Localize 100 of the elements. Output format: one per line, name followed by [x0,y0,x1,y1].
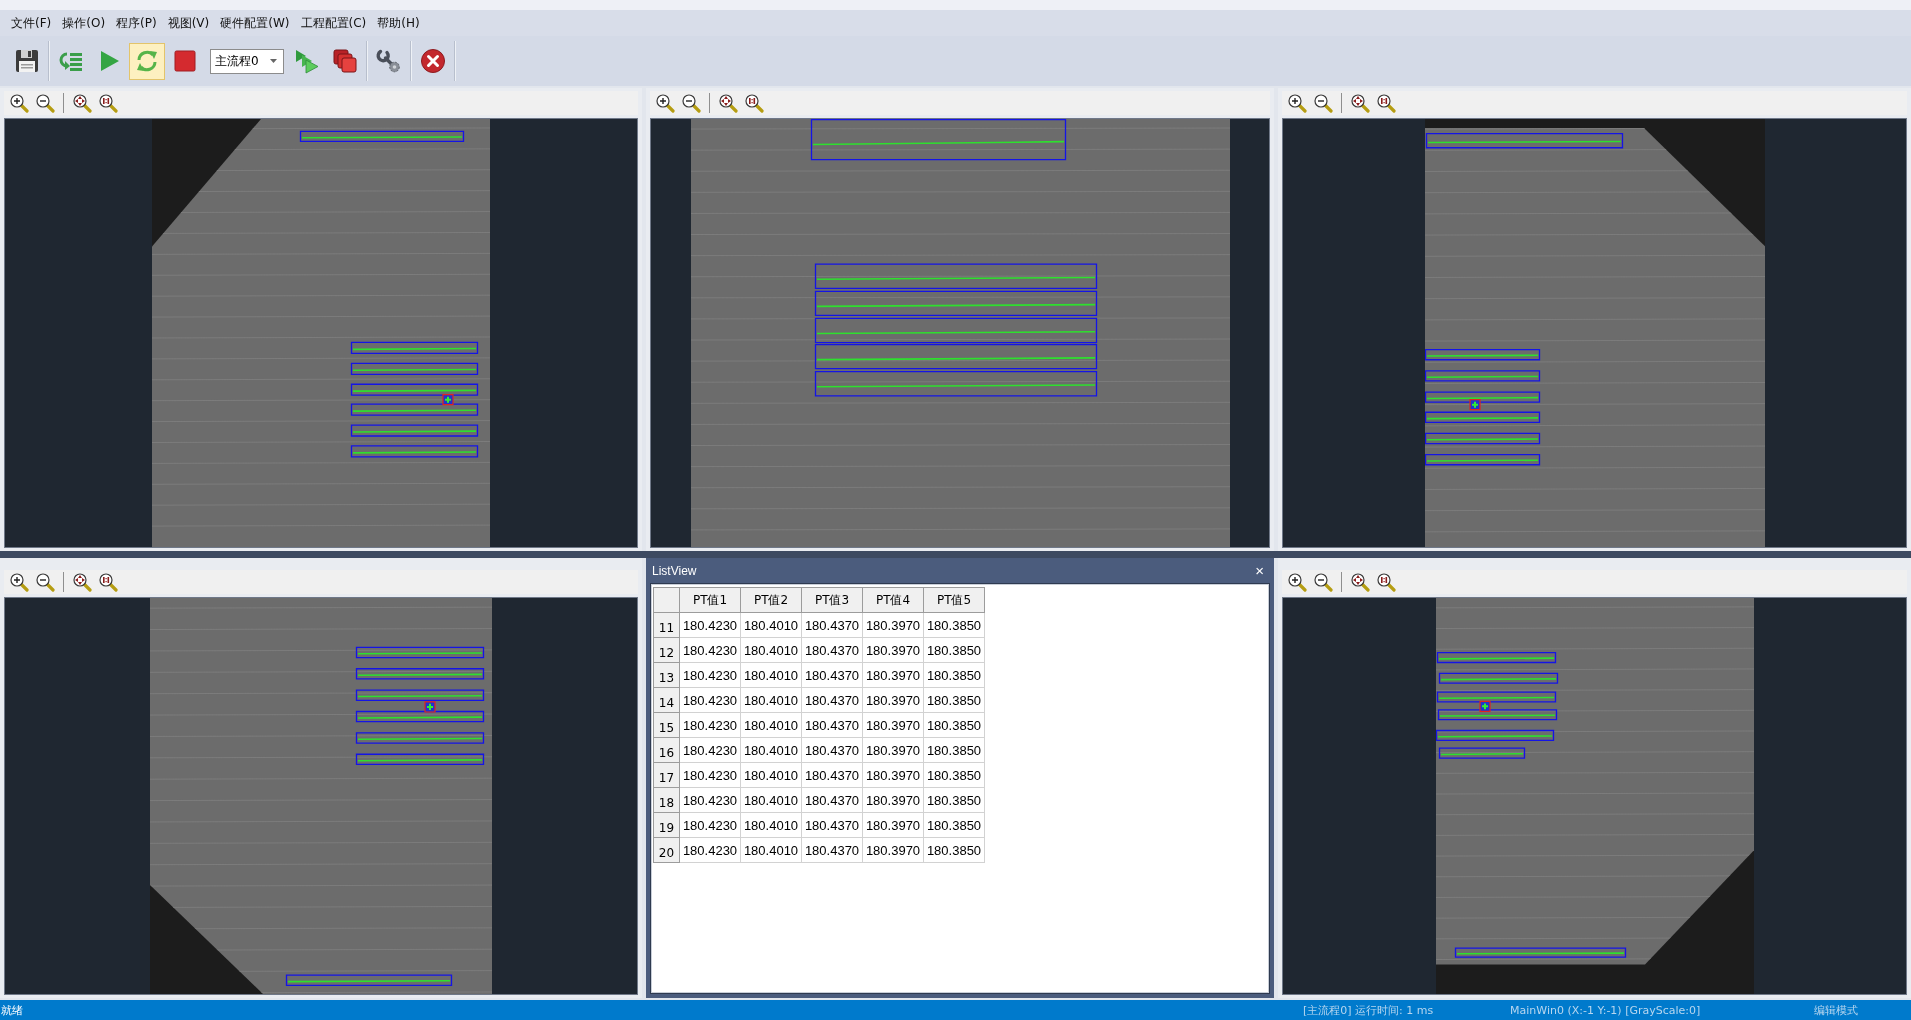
table-cell: 180.3970 [862,612,924,638]
zoom-fit-icon[interactable] [72,572,92,592]
table-cell: 180.4370 [801,737,863,763]
stop-icon [172,48,198,74]
table-cell: 180.4010 [740,687,802,713]
table-cell: 180.3970 [862,812,924,838]
menu-item[interactable]: 文件(F) [6,11,57,35]
table-cell: 180.3850 [923,812,985,838]
menu-item[interactable]: 程序(P) [111,11,162,35]
flow-dropdown[interactable]: 主流程0 [210,48,284,74]
row-header: 17 [653,762,680,788]
row-header: 18 [653,787,680,813]
save-icon [14,48,40,74]
close-icon [420,48,446,74]
zoom-actual-size-icon[interactable] [98,93,118,113]
table-cell: 180.4230 [679,637,741,663]
table-cell: 180.4230 [679,687,741,713]
row-header: 16 [653,737,680,763]
panel-title: ListView [652,563,697,578]
column-header[interactable]: PT值2 [740,587,802,613]
marker-icon [1478,700,1491,712]
table-cell: 180.3970 [862,787,924,813]
table-cell: 180.4230 [679,812,741,838]
zoom-actual-size-icon[interactable] [1376,572,1396,592]
table-cell: 180.3970 [862,637,924,663]
table-cell: 180.3850 [923,762,985,788]
row-header: 20 [653,837,680,863]
zoom-fit-icon[interactable] [718,93,738,113]
table-cell: 180.4370 [801,762,863,788]
stacked-squares-icon [332,48,358,74]
status-text: 就绪 [0,1002,24,1018]
table-cell: 180.3850 [923,737,985,763]
table-cell: 180.4230 [679,737,741,763]
table-cell: 180.4370 [801,787,863,813]
zoom-in-icon[interactable] [655,93,675,113]
table-cell: 180.3970 [862,712,924,738]
zoom-fit-icon[interactable] [1350,93,1370,113]
table-cell: 180.3970 [862,687,924,713]
table-cell: 180.4010 [740,787,802,813]
row-header: 15 [653,712,680,738]
table-cell: 180.3850 [923,637,985,663]
table-cell: 180.4010 [740,712,802,738]
marker-icon [1468,399,1481,411]
table-cell: 180.3850 [923,687,985,713]
table-cell: 180.3970 [862,762,924,788]
table-cell: 180.3850 [923,787,985,813]
table-cell: 180.3970 [862,837,924,863]
table-cell: 180.3850 [923,837,985,863]
refresh-icon [134,48,160,74]
column-header[interactable]: PT值5 [923,587,985,613]
caret-icon [270,59,277,63]
menu-item[interactable]: 工程配置(C) [295,11,372,35]
table-cell: 180.3850 [923,712,985,738]
table-cell: 180.4370 [801,662,863,688]
column-header[interactable]: PT值4 [862,587,924,613]
zoom-out-icon[interactable] [1313,572,1333,592]
zoom-actual-size-icon[interactable] [1376,93,1396,113]
status-text: MainWin0 (X:-1 Y:-1) [GrayScale:0] [1509,1003,1702,1017]
zoom-actual-size-icon[interactable] [744,93,764,113]
zoom-actual-size-icon[interactable] [98,572,118,592]
table-cell: 180.4370 [801,837,863,863]
table-cell: 180.4010 [740,737,802,763]
table-cell: 180.4230 [679,762,741,788]
table-cell: 180.3850 [923,612,985,638]
column-header[interactable]: PT值3 [801,587,863,613]
table-cell: 180.4010 [740,662,802,688]
close-button[interactable]: × [1251,561,1268,580]
menu-item[interactable]: 帮助(H) [372,11,425,35]
table-cell: 180.4370 [801,712,863,738]
table-cell: 180.3970 [862,737,924,763]
row-header: 14 [653,687,680,713]
row-header: 19 [653,812,680,838]
status-text: [主流程0] 运行时间: 1 ms [1302,1002,1435,1018]
table-cell: 180.4370 [801,612,863,638]
table-cell: 180.4010 [740,812,802,838]
zoom-out-icon[interactable] [1313,93,1333,113]
zoom-out-icon[interactable] [35,572,55,592]
column-header[interactable]: PT值1 [679,587,741,613]
table-cell: 180.3970 [862,662,924,688]
double-arrow-icon [294,48,320,74]
zoom-in-icon[interactable] [9,93,29,113]
row-header: 13 [653,662,680,688]
row-header: 11 [653,612,680,638]
zoom-fit-icon[interactable] [72,93,92,113]
marker-icon [442,394,454,406]
table-corner [653,587,680,613]
menu-item[interactable]: 视图(V) [162,11,215,35]
table-cell: 180.3850 [923,662,985,688]
table-cell: 180.4230 [679,612,741,638]
zoom-out-icon[interactable] [681,93,701,113]
zoom-in-icon[interactable] [1287,93,1307,113]
menu-item[interactable]: 硬件配置(W) [215,11,295,35]
zoom-out-icon[interactable] [35,93,55,113]
zoom-in-icon[interactable] [9,572,29,592]
row-header: 12 [653,637,680,663]
table-cell: 180.4010 [740,612,802,638]
table-cell: 180.4010 [740,837,802,863]
menu-item[interactable]: 操作(O) [57,11,111,35]
zoom-fit-icon[interactable] [1350,572,1370,592]
zoom-in-icon[interactable] [1287,572,1307,592]
